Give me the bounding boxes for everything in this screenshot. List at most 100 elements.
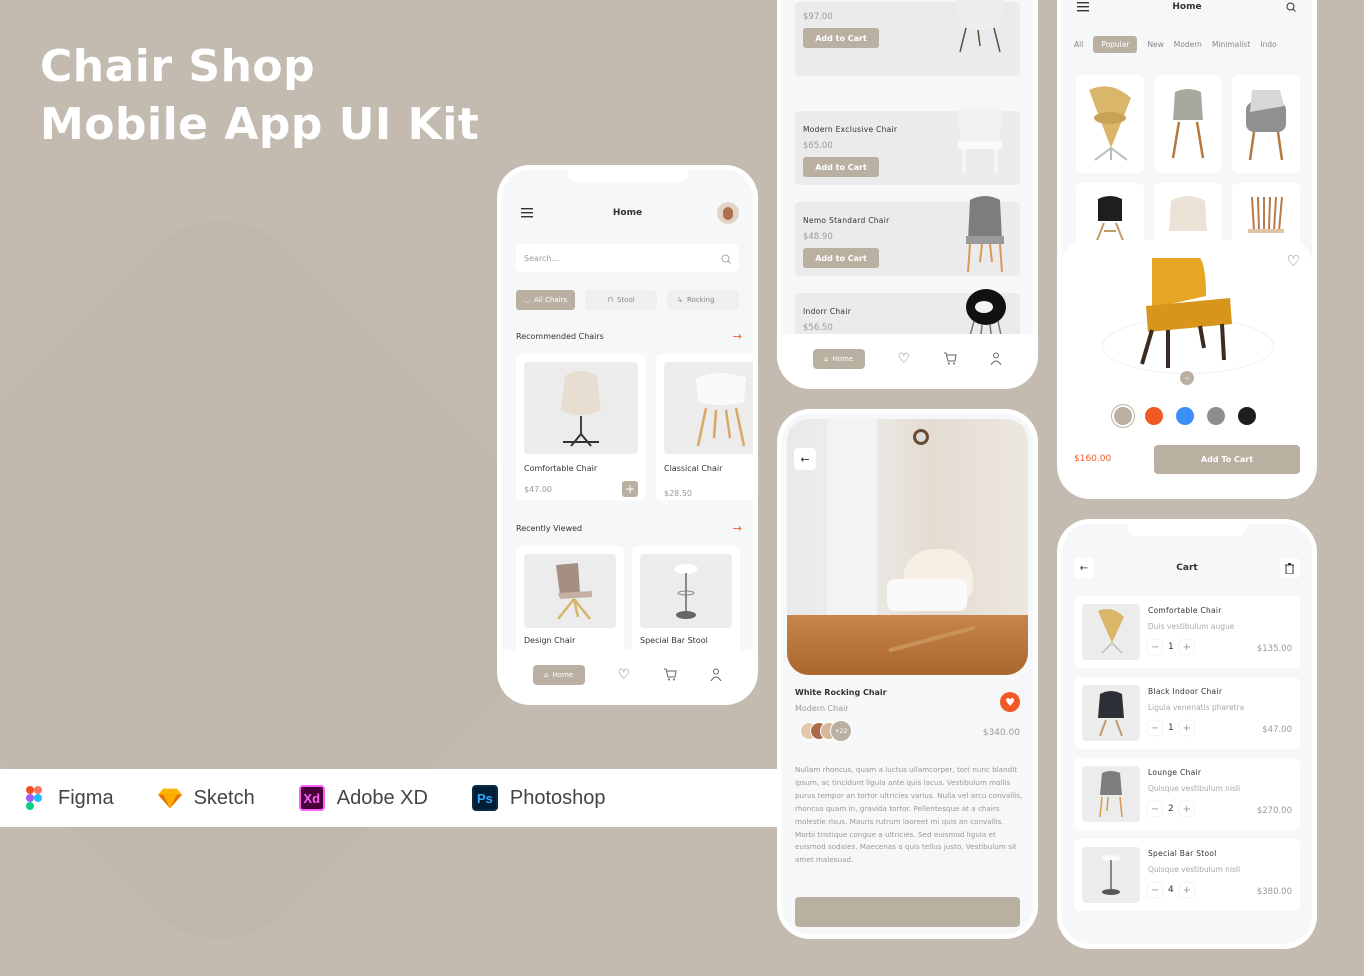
back-button[interactable]: ← <box>794 448 816 470</box>
cart-item: Comfortable Chair Duis vestibulum augue … <box>1074 596 1300 668</box>
arrow-right-icon[interactable]: → <box>733 330 742 343</box>
product-category: Modern Chair <box>795 704 849 713</box>
search-icon[interactable] <box>721 249 731 268</box>
nav-favorites-heart-icon[interactable]: ♡ <box>898 351 911 367</box>
nav-favorites-heart-icon[interactable]: ♡ <box>618 667 631 683</box>
product-card[interactable]: Special Bar Stool <box>632 546 740 656</box>
add-to-cart-button[interactable]: Add To Cart <box>1154 445 1300 474</box>
product-list-item[interactable]: Modern Exclusive Chair $65.00 Add to Cart <box>795 109 1020 185</box>
filter-tab[interactable]: New <box>1147 40 1163 49</box>
filter-tab[interactable]: Modern <box>1174 40 1202 49</box>
product-list-item[interactable]: Nemo Standard Chair $48.90 Add to Cart <box>795 196 1020 276</box>
nav-home[interactable]: ⌂ Home <box>532 665 585 685</box>
product-card[interactable]: Design Chair <box>516 546 624 656</box>
cart-item-image <box>1082 685 1140 741</box>
product-tile[interactable] <box>1076 183 1144 243</box>
tools-bar: Figma Sketch Xd Adobe XD Ps Photoshop <box>0 769 782 827</box>
filter-tab[interactable]: All <box>1074 40 1083 49</box>
add-to-cart-button[interactable]: Add to Cart <box>803 157 879 177</box>
add-button[interactable]: + <box>622 481 638 497</box>
product-tile[interactable] <box>1232 183 1300 243</box>
color-swatch[interactable] <box>1145 407 1163 425</box>
product-tile[interactable] <box>1232 75 1300 173</box>
stool-icon: ⊓ <box>607 296 613 304</box>
avatar[interactable] <box>716 202 739 224</box>
search-input[interactable]: Search... <box>516 244 739 272</box>
increase-button[interactable]: + <box>1179 721 1194 735</box>
increase-button[interactable]: + <box>1179 802 1194 816</box>
menu-icon[interactable] <box>1072 0 1094 16</box>
product-price: $47.00 <box>524 484 552 494</box>
chair-image <box>664 362 753 454</box>
color-swatch[interactable] <box>1238 407 1256 425</box>
favorite-heart-icon[interactable]: ♡ <box>1287 252 1300 270</box>
search-icon[interactable] <box>1280 0 1302 16</box>
color-swatch[interactable] <box>1176 407 1194 425</box>
page-title: Cart <box>1176 563 1198 573</box>
favorite-heart-icon[interactable]: ♥ <box>1000 692 1020 712</box>
product-tile[interactable] <box>1076 75 1144 173</box>
rotate-icon[interactable]: ‹› <box>1180 371 1194 385</box>
quantity-value: 4 <box>1168 885 1174 895</box>
tool-adobe-xd: Xd Adobe XD <box>298 785 428 811</box>
add-to-cart-button[interactable]: Add to Cart <box>803 248 879 268</box>
cart-item: Lounge Chair Quisque vestibulum nisli − … <box>1074 758 1300 830</box>
product-price: $340.00 <box>982 728 1020 738</box>
back-arrow-icon[interactable]: ← <box>1074 558 1094 578</box>
nav-cart-icon[interactable] <box>663 666 677 685</box>
nav-profile-icon[interactable] <box>990 350 1002 369</box>
nav-cart-icon[interactable] <box>943 350 957 369</box>
filter-tabs: All Popular New Modern Minimalist Indo <box>1074 36 1277 53</box>
armchair-icon: ◡ <box>524 296 531 304</box>
phone-notch <box>1127 524 1247 536</box>
cart-item: Special Bar Stool Quisque vestibulum nis… <box>1074 839 1300 911</box>
menu-icon[interactable] <box>516 202 538 224</box>
photoshop-icon: Ps <box>471 785 498 811</box>
bottom-nav: ⌂ Home ♡ <box>782 334 1033 384</box>
product-name: Nemo Standard Chair <box>803 216 890 225</box>
trash-icon[interactable] <box>1279 558 1300 578</box>
nav-home[interactable]: ⌂ Home <box>812 349 865 369</box>
product-price: $97.00 <box>803 12 833 22</box>
add-to-cart-button[interactable] <box>795 897 1020 927</box>
filter-tab[interactable]: Popular <box>1093 36 1138 53</box>
product-card[interactable]: Classical Chair $28.50 <box>656 354 753 500</box>
color-swatch[interactable] <box>1114 407 1132 425</box>
quantity-stepper: − 1 + <box>1148 721 1194 735</box>
decrease-button[interactable]: − <box>1148 721 1162 735</box>
product-name: Comfortable Chair <box>524 464 598 473</box>
chair-image <box>950 0 1010 60</box>
product-price: $65.00 <box>803 141 833 151</box>
nav-profile-icon[interactable] <box>710 666 722 685</box>
product-card[interactable]: Comfortable Chair $47.00 + <box>516 354 646 500</box>
home-screen: Home Search... ◡ All Chairs ⊓ Stool ↳ Rocki… <box>502 170 753 700</box>
category-rocking[interactable]: ↳ Rocking <box>667 290 740 310</box>
cart-item-price: $380.00 <box>1256 887 1292 897</box>
chair-image <box>524 554 616 628</box>
cart-item-name: Special Bar Stool <box>1148 849 1217 858</box>
chair-image <box>524 362 638 454</box>
hero-title: Chair Shop Mobile App UI Kit <box>40 38 479 154</box>
arrow-right-icon[interactable]: → <box>733 522 742 535</box>
add-to-cart-button[interactable]: Add to Cart <box>803 28 879 48</box>
increase-button[interactable]: + <box>1179 883 1194 897</box>
product-price: $160.00 <box>1074 454 1112 464</box>
filter-tab[interactable]: Indo <box>1260 40 1276 49</box>
decrease-button[interactable]: − <box>1148 640 1162 654</box>
decrease-button[interactable]: − <box>1148 883 1162 897</box>
product-tile[interactable] <box>1154 183 1222 243</box>
category-stool[interactable]: ⊓ Stool <box>585 290 658 310</box>
tool-label: Adobe XD <box>336 786 428 809</box>
category-all-chairs[interactable]: ◡ All Chairs <box>516 290 576 310</box>
filter-tab[interactable]: Minimalist <box>1212 40 1250 49</box>
product-list-item[interactable]: $97.00 Add to Cart <box>795 0 1020 76</box>
product-name: Modern Exclusive Chair <box>803 125 898 134</box>
increase-button[interactable]: + <box>1179 640 1194 654</box>
tool-figma: Figma <box>22 785 114 811</box>
rocking-chair-icon: ↳ <box>677 296 683 304</box>
product-tile[interactable] <box>1154 75 1222 173</box>
product-price: $28.50 <box>664 489 692 498</box>
cart-item-price: $135.00 <box>1256 644 1292 654</box>
decrease-button[interactable]: − <box>1148 802 1162 816</box>
color-swatch[interactable] <box>1207 407 1225 425</box>
